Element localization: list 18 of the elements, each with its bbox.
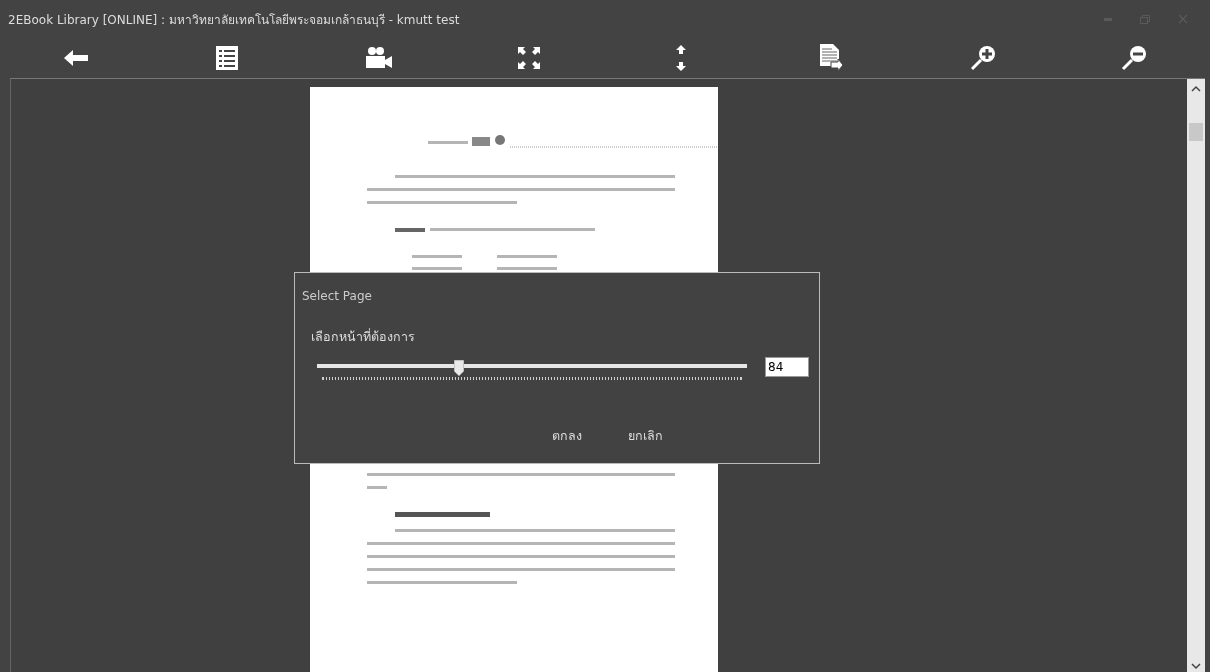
scroll-up-icon[interactable] [1191, 85, 1201, 93]
dialog-title: Select Page [302, 289, 373, 303]
cancel-button[interactable]: ยกเลิก [624, 424, 667, 448]
back-arrow-icon[interactable] [63, 50, 88, 66]
page-number-field[interactable]: 84 [765, 357, 809, 377]
window-title: 2EBook Library [ONLINE] : มหาวิทยาลัยเทคโนโลยีพระจอมเกล้าธนบุรี - kmutt test [8, 11, 461, 29]
video-camera-icon[interactable] [364, 46, 393, 70]
slider-thumb[interactable] [453, 360, 464, 376]
ok-button[interactable]: ตกลง [548, 424, 586, 448]
scrollbar-thumb[interactable] [1189, 123, 1203, 141]
scroll-down-icon[interactable] [1191, 662, 1201, 670]
zoom-out-icon[interactable] [1121, 45, 1148, 71]
list-icon[interactable] [215, 46, 238, 70]
zoom-in-icon[interactable] [970, 45, 997, 71]
fullscreen-icon[interactable] [518, 47, 541, 69]
document-export-icon[interactable] [819, 44, 844, 72]
page-select-label: เลือกหน้าที่ต้องการ [311, 327, 416, 346]
up-down-arrows-icon[interactable] [675, 45, 686, 71]
